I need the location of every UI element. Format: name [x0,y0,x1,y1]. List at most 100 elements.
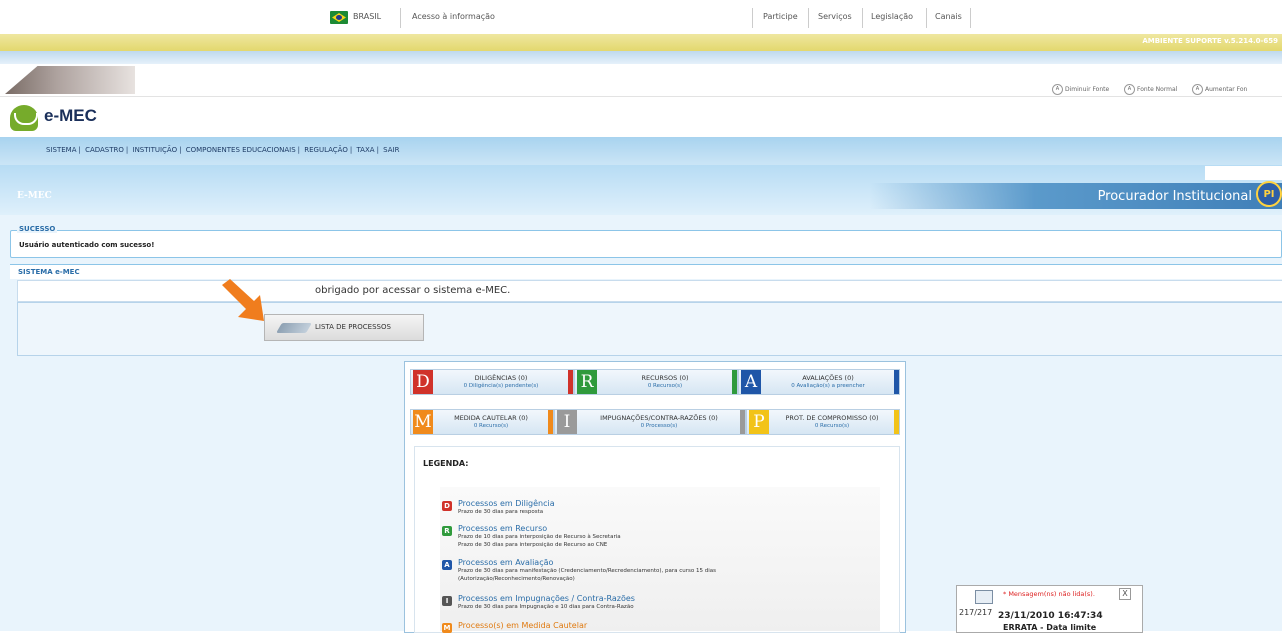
tile-endcap [894,410,899,434]
nav-item-taxa[interactable]: TAXA [356,146,374,154]
pencil-icon [276,323,312,333]
canais-link[interactable]: Canais [935,0,962,34]
tile-avaliacoes[interactable]: A AVALIAÇÕES (0) 0 Avaliação(s) a preenc… [738,369,900,395]
logo-right-box [1154,105,1282,133]
servicos-link[interactable]: Serviços [818,0,852,34]
lista-de-processos-button[interactable]: LISTA DE PROCESSOS [264,314,424,341]
diligencia-icon: D [442,501,452,511]
impugnacao-icon: I [442,596,452,606]
thanks-box: obrigado por acessar o sistema e-MEC. [17,280,1282,302]
tile-title: MEDIDA CAUTELAR (0) [454,414,528,422]
nav-item-cadastro[interactable]: CADASTRO [85,146,124,154]
tile-subtitle: 0 Recurso(s) [647,383,683,389]
message-notification[interactable]: 217/217 * Mensagem(ns) não lida(s). X 23… [956,585,1143,633]
environment-label: AMBIENTE SUPORTE v.5.214.0-659 [1142,37,1278,45]
logo-row: e-MEC [0,96,1282,138]
tile-prot-compromisso[interactable]: P PROT. DE COMPROMISSO (0) 0 Recurso(s) [746,409,900,435]
tile-endcap [732,370,737,394]
tile-subtitle: 0 Diligência(s) pendente(s) [463,383,539,389]
section-title: E-MEC [17,191,52,201]
tile-medida-cautelar[interactable]: M MEDIDA CAUTELAR (0) 0 Recurso(s) [410,409,554,435]
decrease-font-label: Diminuir Fonte [1065,86,1110,93]
gov-top-bar: BRASIL Acesso à informação Participe Ser… [0,0,1282,35]
avaliacao-icon: A [442,560,452,570]
success-fieldset: SUCESSO Usuário autenticado com sucesso! [10,225,1282,258]
recurso-icon: R [442,526,452,536]
medida-icon: M [442,623,452,633]
banner-photo [5,66,135,94]
nav-item-regulacao[interactable]: REGULAÇÃO [304,146,348,154]
legenda-heading: Processos em Recurso [458,524,548,533]
role-label: Procurador Institucional [1097,189,1252,204]
tile-subtitle: 0 Recurso(s) [473,423,509,429]
tile-subtitle: 0 Recurso(s) [814,423,850,429]
lista-container [17,302,1282,356]
unread-messages-text: * Mensagem(ns) não lida(s). [1003,590,1095,598]
legenda-line: Prazo de 30 dias para manifestação (Cred… [458,568,716,574]
participe-link[interactable]: Participe [763,0,798,34]
legenda-heading: Processo(s) em Medida Cautelar [458,621,588,630]
legenda-line: Prazo de 30 dias para resposta [458,509,544,515]
legenda-heading: Processos em Diligência [458,499,555,508]
tile-endcap [740,410,745,434]
logo-text: e-MEC [44,106,97,125]
pi-badge-icon: PI [1256,181,1282,207]
diligencia-letter-icon: D [413,370,433,394]
brasil-link[interactable]: BRASIL [353,0,381,34]
avaliacao-letter-icon: A [741,370,761,394]
tile-title: RECURSOS (0) [641,374,689,382]
thanks-message: obrigado por acessar o sistema e-MEC. [315,285,511,296]
tile-diligencias[interactable]: D DILIGÊNCIAS (0) 0 Diligência(s) penden… [410,369,574,395]
normal-font-control[interactable]: A Fonte Normal [1124,84,1177,95]
recurso-letter-icon: R [577,370,597,394]
acesso-informacao-link[interactable]: Acesso à informação [412,0,495,34]
emec-logo-icon [10,105,38,131]
brazil-flag-icon [330,11,348,24]
tile-subtitle: 0 Processo(s) [640,423,678,429]
normal-font-icon: A [1124,84,1135,95]
tile-title: DILIGÊNCIAS (0) [474,374,528,382]
tile-title: PROT. DE COMPROMISSO (0) [785,414,879,422]
legenda-heading: Processos em Avaliação [458,558,554,567]
system-title: SISTEMA e-MEC [18,268,80,276]
tile-impugnacoes[interactable]: I IMPUGNAÇÕES/CONTRA-RAZÕES (0) 0 Proces… [554,409,746,435]
nav-item-sair[interactable]: SAIR [383,146,399,154]
tile-endcap [568,370,573,394]
tile-subtitle: 0 Avaliação(s) a preencher [791,383,865,389]
message-count: 217/217 [959,608,993,617]
nav-item-sistema[interactable]: SISTEMA [46,146,76,154]
success-legend: SUCESSO [17,225,58,233]
legenda-line: Prazo de 10 dias para interposição de Re… [458,534,621,540]
increase-font-icon: A [1192,84,1203,95]
decrease-font-control[interactable]: A Diminuir Fonte [1052,84,1109,95]
nav-item-instituicao[interactable]: INSTITUIÇÃO [133,146,178,154]
tile-endcap [548,410,553,434]
main-nav: SISTEMA | CADASTRO | INSTITUIÇÃO | COMPONEN… [0,137,1282,165]
envelope-icon [975,590,993,604]
tile-title: IMPUGNAÇÕES/CONTRA-RAZÕES (0) [600,414,718,422]
normal-font-label: Fonte Normal [1137,86,1178,93]
lista-de-processos-label: LISTA DE PROCESSOS [315,323,391,331]
environment-bar: AMBIENTE SUPORTE v.5.214.0-659 [0,34,1282,51]
search-input[interactable] [1205,166,1282,180]
orange-arrow-icon [222,279,264,321]
close-notification-button[interactable]: X [1119,588,1131,600]
legenda-line: Prazo de 30 dias para Impugnação e 10 di… [458,604,634,610]
tile-recursos[interactable]: R RECURSOS (0) 0 Recurso(s) [574,369,738,395]
tile-title: AVALIAÇÕES (0) [802,374,854,382]
tile-endcap [894,370,899,394]
legenda-line: Prazo de 30 dias para interposição de Re… [458,542,608,548]
success-message: Usuário autenticado com sucesso! [19,241,155,249]
legenda-heading: Processos em Impugnações / Contra-Razões [458,594,635,603]
role-banner: Procurador Institucional PI [870,181,1282,209]
legislacao-link[interactable]: Legislação [871,0,913,34]
hero-band: E-MEC Procurador Institucional PI [0,165,1282,215]
divider-band [0,51,1282,64]
nav-item-componentes[interactable]: COMPONENTES EDUCACIONAIS [186,146,296,154]
header-banner: A Diminuir Fonte A Fonte Normal A Aumentar … [0,64,1282,96]
medida-letter-icon: M [413,410,433,434]
increase-font-control[interactable]: A Aumentar Fon [1192,84,1247,95]
system-section-header: SISTEMA e-MEC [10,264,1282,279]
legenda-title: LEGENDA: [423,459,469,468]
increase-font-label: Aumentar Fon [1205,86,1248,93]
